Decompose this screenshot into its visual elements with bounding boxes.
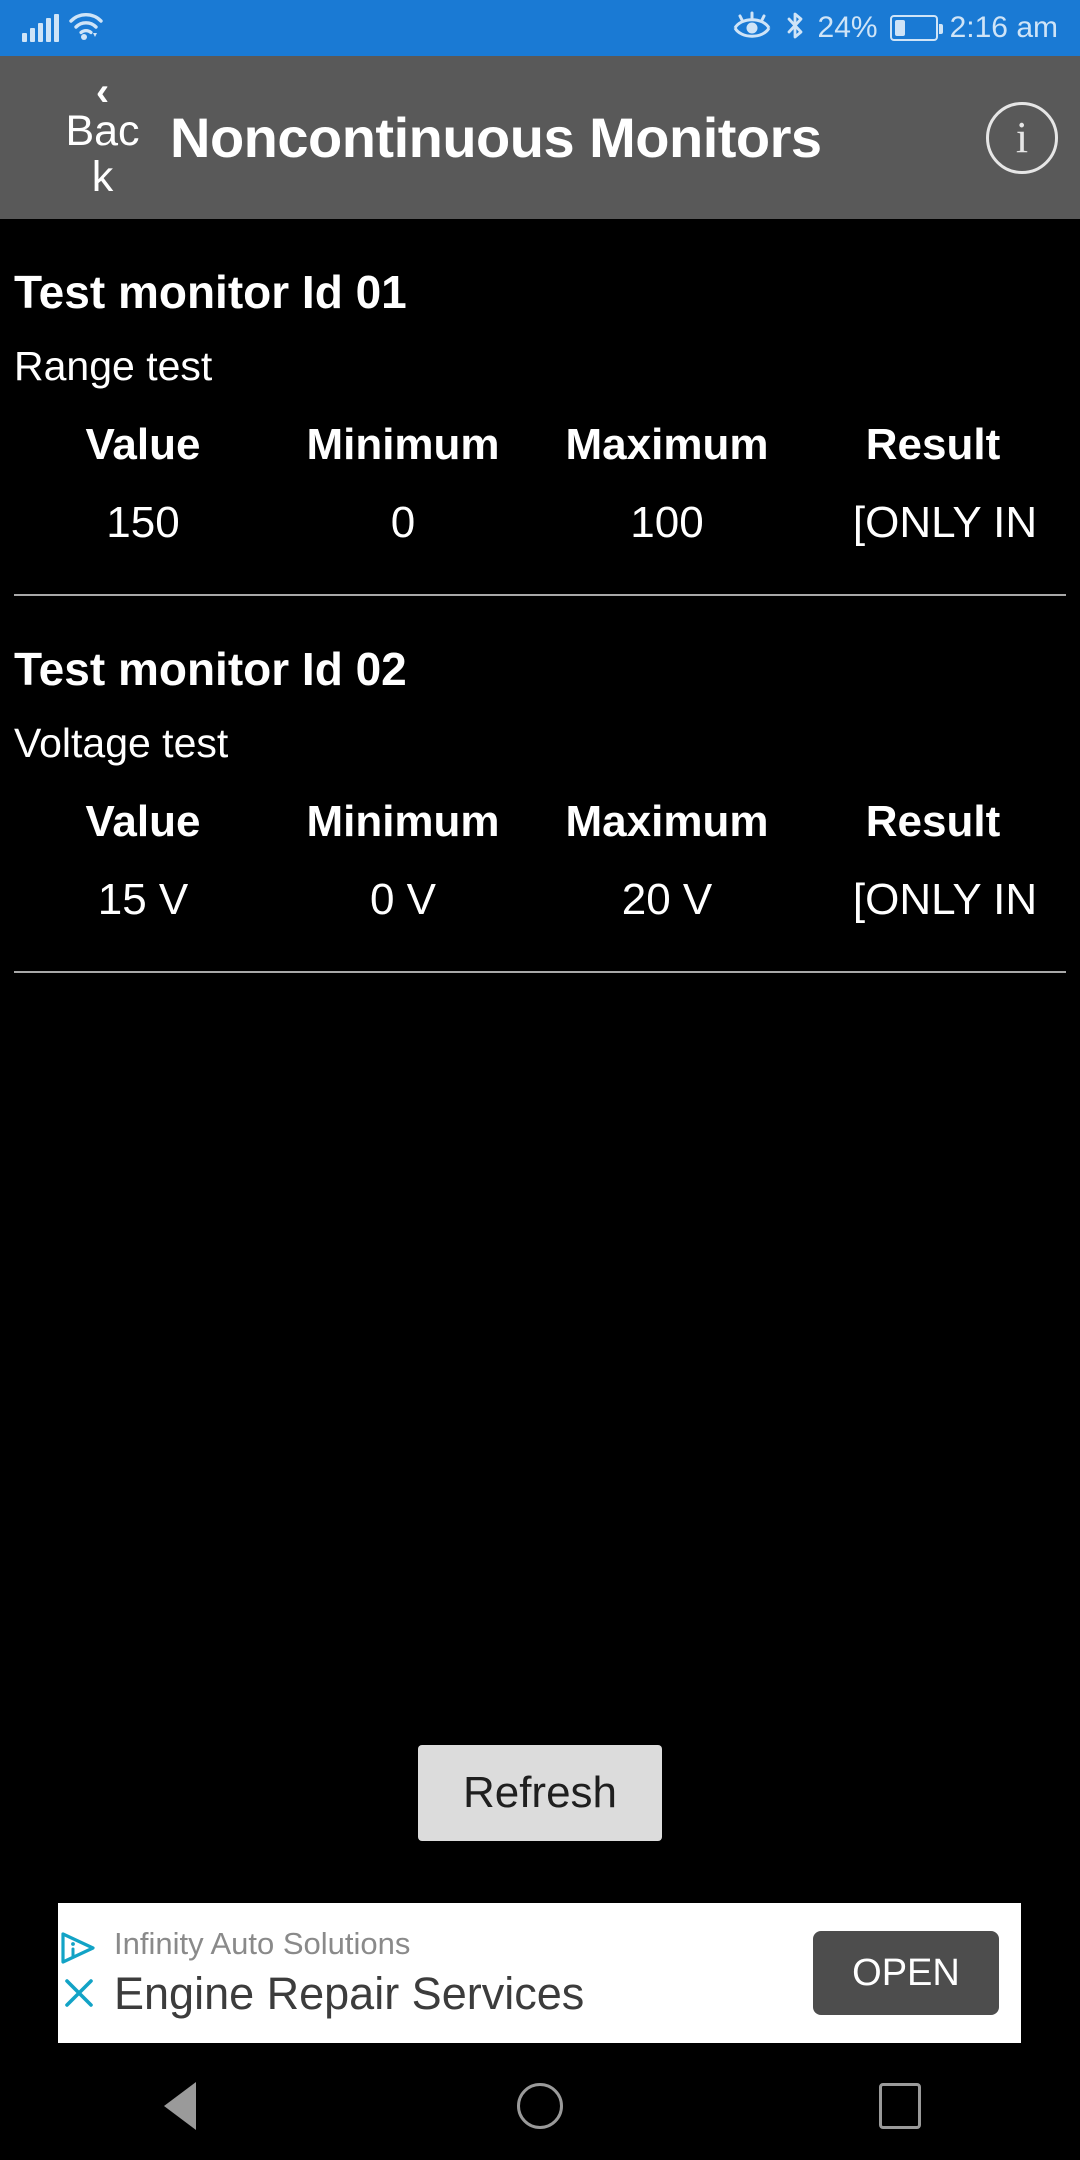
nav-home-circle-icon xyxy=(517,2083,563,2129)
column-header-minimum: Minimum xyxy=(306,797,500,846)
refresh-button[interactable]: Refresh xyxy=(418,1745,662,1841)
column-header-value: Value xyxy=(85,797,201,846)
nav-back-triangle-icon xyxy=(164,2082,196,2130)
monitors-list: Test monitor Id 01 Range test Value Mini… xyxy=(0,219,1080,2160)
adchoices-icon[interactable] xyxy=(60,1931,98,1970)
monitor-title: Test monitor Id 01 xyxy=(14,266,407,318)
system-nav-bar xyxy=(0,2052,1080,2160)
monitor-section: Test monitor Id 01 Range test Value Mini… xyxy=(0,219,1080,558)
cell-maximum: 20 V xyxy=(621,875,713,924)
info-icon[interactable]: i xyxy=(986,101,1058,174)
table-row: 150 0 100 [ONLY IN xyxy=(14,474,1066,558)
bluetooth-icon xyxy=(784,10,806,47)
cell-result: [ONLY IN xyxy=(800,474,1066,558)
ad-text-block: Infinity Auto Solutions Engine Repair Se… xyxy=(114,1925,584,2022)
back-button[interactable]: ‹ Back xyxy=(55,56,150,219)
column-header-value: Value xyxy=(85,420,201,469)
ad-headline: Engine Repair Services xyxy=(114,1968,585,2020)
cellular-signal-icon xyxy=(22,14,59,42)
column-header-result: Result xyxy=(865,420,1001,469)
ad-choices-container xyxy=(57,1911,101,2035)
ad-advertiser: Infinity Auto Solutions xyxy=(114,1925,411,1961)
status-bar-right: 24% 2:16 am xyxy=(732,10,1058,47)
cell-maximum: 100 xyxy=(630,498,704,547)
nav-recents-square-icon xyxy=(879,2083,921,2129)
eye-comfort-icon xyxy=(732,11,772,46)
table-header-row: Value Minimum Maximum Result xyxy=(14,416,1066,474)
close-icon[interactable] xyxy=(62,1976,96,2015)
refresh-button-container: Refresh xyxy=(0,1745,1080,1841)
monitor-section: Test monitor Id 02 Voltage test Value Mi… xyxy=(0,596,1080,935)
chevron-left-icon: ‹ xyxy=(95,70,110,115)
monitor-title: Test monitor Id 02 xyxy=(14,643,407,695)
nav-back-button[interactable] xyxy=(120,2052,240,2160)
column-header-result: Result xyxy=(865,797,1001,846)
battery-percent-label: 24% xyxy=(817,11,878,44)
cell-minimum: 0 xyxy=(390,498,416,547)
monitor-table: Value Minimum Maximum Result 15 V 0 V 20… xyxy=(14,793,1066,935)
nav-home-button[interactable] xyxy=(480,2052,600,2160)
phone-screen: 24% 2:16 am ‹ Back Noncontinuous Monitor… xyxy=(0,0,1080,2160)
ad-open-button[interactable]: OPEN xyxy=(813,1931,999,2015)
back-button-label: Back xyxy=(65,107,140,201)
column-header-maximum: Maximum xyxy=(565,797,769,846)
cell-value: 15 V xyxy=(97,875,189,924)
page-title: Noncontinuous Monitors xyxy=(170,106,822,169)
column-header-maximum: Maximum xyxy=(565,420,769,469)
section-divider xyxy=(14,971,1066,973)
table-header-row: Value Minimum Maximum Result xyxy=(14,793,1066,851)
nav-recents-button[interactable] xyxy=(840,2052,960,2160)
monitor-subtitle: Range test xyxy=(14,343,213,389)
cell-value: 150 xyxy=(106,498,180,547)
monitor-table: Value Minimum Maximum Result 150 0 100 [… xyxy=(14,416,1066,558)
status-bar: 24% 2:16 am xyxy=(0,0,1080,56)
ad-banner[interactable]: Infinity Auto Solutions Engine Repair Se… xyxy=(58,1903,1021,2043)
app-bar: ‹ Back Noncontinuous Monitors i xyxy=(0,56,1080,219)
status-bar-left xyxy=(22,12,103,45)
cell-minimum: 0 V xyxy=(369,875,437,924)
battery-icon xyxy=(889,15,943,41)
column-header-minimum: Minimum xyxy=(306,420,500,469)
monitor-subtitle: Voltage test xyxy=(14,720,229,766)
cell-result-text: [ONLY IN xyxy=(852,498,1038,547)
info-icon-label: i xyxy=(1015,113,1029,162)
cell-result-text: [ONLY IN xyxy=(852,875,1038,924)
wifi-icon xyxy=(69,12,103,45)
table-row: 15 V 0 V 20 V [ONLY IN xyxy=(14,851,1066,935)
cell-result: [ONLY IN xyxy=(800,851,1066,935)
clock-label: 2:16 am xyxy=(949,11,1058,44)
